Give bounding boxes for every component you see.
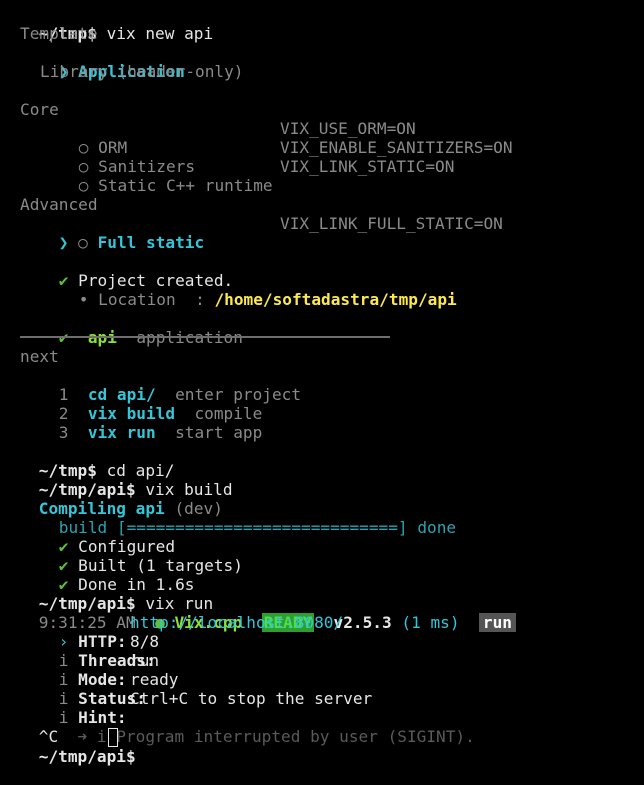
- bullet-icon: •: [78, 290, 89, 309]
- text-cursor[interactable]: [108, 728, 118, 747]
- step-command: vix run: [87, 423, 156, 442]
- command-line: ~/tmp$ cd api/: [0, 442, 175, 480]
- build-step: ✔ Built (1 targets): [20, 537, 243, 575]
- step-number: 3: [58, 423, 69, 442]
- radio-circle-icon: ○: [78, 176, 89, 195]
- terminal-window[interactable]: ~/tmp$ vix new api Template ❯ Applicatio…: [0, 0, 644, 766]
- info-value: ready: [130, 670, 179, 689]
- option-flag: VIX_ENABLE_SANITIZERS=ON: [280, 138, 513, 157]
- build-step: ✔ Configured: [20, 518, 175, 556]
- shell-prompt: ~/tmp/api$: [38, 747, 136, 766]
- command-line: ~/tmp/api$ vix build: [0, 461, 233, 499]
- core-option-orm[interactable]: ○ ORM: [40, 119, 127, 157]
- divider: [20, 336, 390, 338]
- option-flag: VIX_USE_ORM=ON: [280, 119, 416, 138]
- location-line: • Location : /home/softadastra/tmp/api: [40, 271, 457, 309]
- info-value: Ctrl+C to stop the server: [130, 689, 373, 708]
- interrupt-message: ➜ i Program interrupted by user (SIGINT)…: [77, 727, 475, 746]
- option-flag: VIX_LINK_STATIC=ON: [280, 157, 455, 176]
- step-description: start app: [175, 423, 263, 442]
- template-option-application[interactable]: ❯ Application: [20, 43, 185, 81]
- section-header-template: Template: [20, 24, 98, 43]
- server-url-link[interactable]: http://localhost:8080/: [130, 613, 343, 632]
- info-value: run: [130, 651, 160, 670]
- next-step: 2 vix build compile: [20, 385, 263, 423]
- info-row: i Hint:: [20, 689, 127, 727]
- section-header-advanced: Advanced: [20, 195, 98, 214]
- info-row: i Status:: [20, 670, 146, 708]
- info-value: 8/8: [130, 632, 160, 651]
- mode-badge: run: [478, 613, 516, 632]
- selection-chevron-icon: ❯: [58, 233, 69, 252]
- core-option-sanitizers[interactable]: ○ Sanitizers: [40, 138, 195, 176]
- build-progress-line: build [============================] don…: [20, 499, 456, 537]
- build-step: ✔ Done in 1.6s: [20, 556, 195, 594]
- next-step: 1 cd api/ enter project: [20, 366, 301, 404]
- command-line: ~/tmp/api$ vix run: [0, 575, 213, 613]
- core-option-static-runtime[interactable]: ○ Static C++ runtime: [40, 157, 273, 195]
- build-status: done: [417, 518, 457, 537]
- command-line: ~/tmp$ vix new api: [0, 5, 213, 43]
- advanced-option-full-static[interactable]: ❯ ○ Full static: [20, 214, 204, 252]
- compiling-line: Compiling api (dev): [0, 480, 223, 518]
- next-step: 3 vix run start app: [20, 404, 263, 442]
- section-header-core: Core: [20, 100, 59, 119]
- option-label: Full static: [97, 233, 205, 252]
- info-row: › HTTP:: [20, 613, 127, 651]
- next-header: next: [20, 347, 59, 366]
- template-option-library[interactable]: Library (header-only): [40, 62, 243, 81]
- interrupt-line: ^C ➜ i Program interrupted by user (SIGI…: [0, 708, 475, 746]
- location-path: /home/softadastra/tmp/api: [214, 290, 457, 309]
- command-text: vix new api: [96, 24, 214, 43]
- latency: (1 ms): [401, 613, 460, 632]
- project-summary-line: ✔ api application: [20, 309, 243, 347]
- server-status-line: 9:31:25 AM ● Vix.cpp READY v2.5.3 (1 ms)…: [0, 594, 516, 632]
- option-flag: VIX_LINK_FULL_STATIC=ON: [280, 214, 503, 233]
- info-row: i Mode:: [20, 651, 127, 689]
- option-label: Static C++ runtime: [98, 176, 273, 195]
- radio-circle-icon: ○: [78, 233, 88, 252]
- location-label: Location :: [98, 290, 205, 309]
- project-created-line: ✔ Project created.: [20, 252, 233, 290]
